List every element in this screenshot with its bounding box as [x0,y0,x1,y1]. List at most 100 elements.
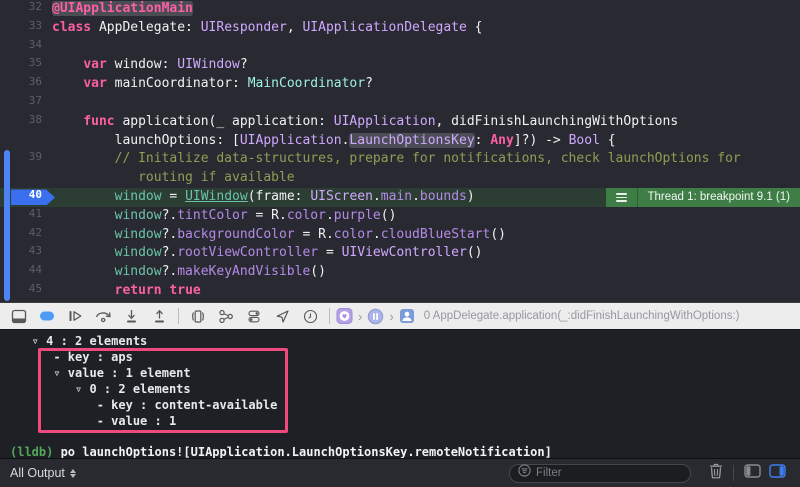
step-out-button[interactable] [146,305,172,327]
code-line: 45 return true [0,282,800,301]
code-line: 43 window?.rootViewController = UIViewCo… [0,244,800,263]
line-number: 38 [29,113,42,126]
code-line: 37 [0,94,800,113]
filter-icon [518,464,531,482]
lldb-command-line[interactable]: (lldb) po launchOptions![UIApplication.L… [0,445,800,459]
line-number-gutter[interactable] [0,132,52,151]
debug-console[interactable]: ▿ 4 : 2 elements - key : aps ▿ value : 1… [0,330,800,458]
line-number: 41 [29,207,42,220]
code-text: // Initalize data-structures, prepare fo… [52,150,741,169]
code-text: @UIApplicationMain [52,0,193,19]
code-text: } [52,301,91,302]
line-number-gutter[interactable]: 36 [0,75,52,94]
code-text: launchOptions: [UIApplication.LaunchOpti… [52,132,616,151]
code-line: 34 [0,38,800,57]
code-text: func application(_ application: UIApplic… [52,113,678,132]
output-scope-label: All Output [10,466,65,480]
view-hierarchy-button[interactable] [185,305,211,327]
code-text: class AppDelegate: UIResponder, UIApplic… [52,19,483,38]
breadcrumb-chevron-icon: › [355,309,365,324]
line-number: 44 [29,263,42,276]
filter-input[interactable] [536,467,690,479]
toolbar-divider [178,308,179,324]
code-line: 38 func application(_ application: UIApp… [0,113,800,132]
line-number-gutter[interactable]: 38 [0,113,52,132]
memory-graph-button[interactable] [213,305,239,327]
toolbar-divider [329,308,330,324]
line-number: 40 [29,188,42,201]
annotation-highlight-box [38,348,288,433]
code-text: window?.tintColor = R.color.purple() [52,207,396,226]
code-text: return true [52,282,201,301]
line-number: 36 [29,75,42,88]
code-line: 32 @UIApplicationMain [0,0,800,19]
code-text: window?.backgroundColor = R.color.cloudB… [52,226,506,245]
output-scope-selector[interactable]: All Output [10,466,76,480]
code-line: 36 var mainCoordinator: MainCoordinator? [0,75,800,94]
step-over-icon [95,309,112,323]
continue-button[interactable] [62,305,88,327]
hide-debug-area-icon [11,309,27,324]
selector-updown-icon [70,469,76,478]
memory-graph-icon [218,309,234,324]
line-number-gutter[interactable]: 35 [0,56,52,75]
stack-frame-breadcrumb[interactable]: 0 AppDelegate.application(_:didFinishLau… [424,310,740,322]
lldb-prompt: (lldb) [10,445,61,459]
clear-console-button[interactable] [709,463,723,484]
badge-label: Thread 1: breakpoint 9.1 (1) [638,188,800,207]
badge-menu-icon [606,188,638,207]
timeline-icon [303,309,318,324]
code-line: 41 window?.tintColor = R.color.purple() [0,207,800,226]
simulate-location-icon [275,309,290,324]
environment-overrides-button[interactable] [241,305,267,327]
breadcrumb-chevron-icon: › [386,309,396,324]
console-bottom-bar: All Output [0,458,800,487]
lldb-command: po launchOptions![UIApplication.LaunchOp… [61,445,552,459]
step-into-button[interactable] [118,305,144,327]
timeline-button[interactable] [297,305,323,327]
thread-breakpoint-badge[interactable]: Thread 1: breakpoint 9.1 (1) [606,188,800,207]
step-over-button[interactable] [90,305,116,327]
toggle-console-view-button[interactable] [769,464,786,483]
execution-scope-bar [4,150,10,301]
breakpoints-toggle-button[interactable] [34,305,60,327]
console-filter-field[interactable] [509,464,691,483]
line-number: 35 [29,56,42,69]
step-into-icon [124,309,139,324]
view-hierarchy-icon [190,309,206,324]
console-output-row: ▿ 4 : 2 elements [0,333,800,349]
line-number-gutter[interactable]: 34 [0,38,52,57]
environment-overrides-icon [246,309,262,324]
code-text: var window: UIWindow? [52,56,248,75]
code-editor[interactable]: 32 @UIApplicationMain33class AppDelegate:… [0,0,800,302]
line-number-gutter[interactable]: 33 [0,19,52,38]
code-line: 40 window = UIWindow(frame: UIScreen.mai… [0,188,800,207]
line-number: 32 [29,0,42,13]
line-number: 45 [29,282,42,295]
simulate-location-button[interactable] [269,305,295,327]
breakpoints-toggle-icon [39,310,56,322]
line-number: 34 [29,38,42,51]
panel-right-icon [769,464,786,483]
line-number-gutter[interactable]: 37 [0,94,52,113]
line-number: 39 [29,150,42,163]
trash-icon [709,463,723,484]
panel-left-icon [744,464,761,483]
code-line: 44 window?.makeKeyAndVisible() [0,263,800,282]
code-line: 42 window?.backgroundColor = R.color.clo… [0,226,800,245]
line-number-gutter[interactable]: 32 [0,0,52,19]
hide-debug-area-button[interactable] [6,305,32,327]
line-number: 43 [29,244,42,257]
pause-badge-icon[interactable] [367,308,384,325]
code-text: window = UIWindow(frame: UIScreen.main.b… [52,188,475,207]
toggle-variables-view-button[interactable] [744,464,761,483]
code-area: 32 @UIApplicationMain33class AppDelegate:… [0,0,800,302]
stack-frame-badge-icon[interactable] [399,308,416,325]
code-text: window?.makeKeyAndVisible() [52,263,326,282]
step-out-icon [152,309,167,324]
debug-toolbar: › › 0 AppDelegate.application(_:didFinishL… [0,302,800,330]
app-badge-icon[interactable] [336,308,353,325]
continue-icon [68,309,83,323]
line-number: 42 [29,226,42,239]
code-line: 35 var window: UIWindow? [0,56,800,75]
